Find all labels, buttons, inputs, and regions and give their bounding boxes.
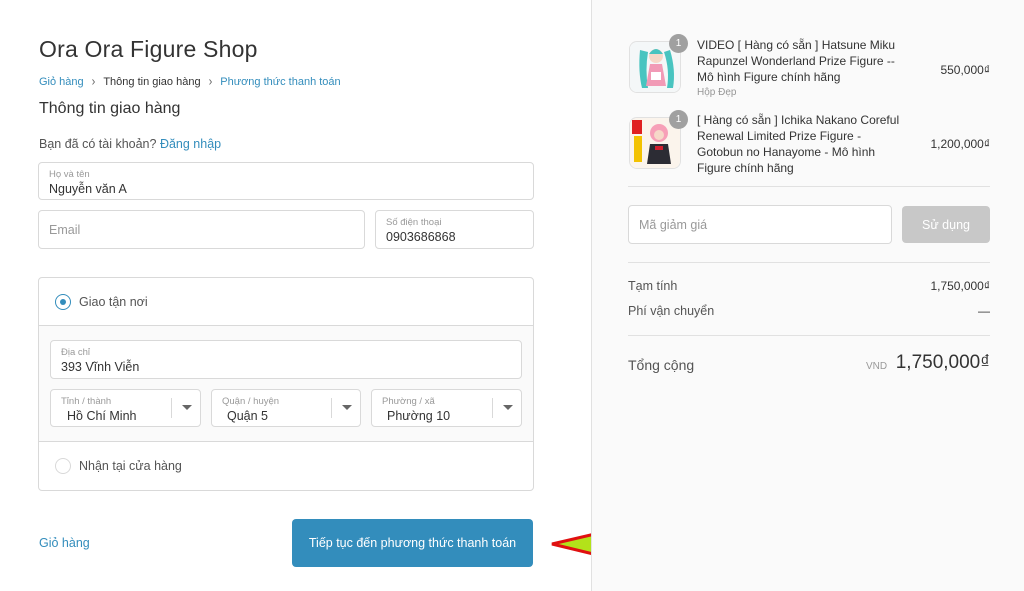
subtotal-value: 1,750,000₫ [930, 279, 990, 293]
phone-label: Số điện thoại [386, 217, 442, 228]
breadcrumb: Giỏ hàng › Thông tin giao hàng › Phương … [39, 74, 341, 90]
ward-label: Phường / xã [382, 396, 435, 407]
province-value[interactable]: Hồ Chí Minh [67, 409, 136, 423]
product-thumbnail: 1 [629, 110, 688, 169]
chevron-down-icon[interactable] [492, 398, 521, 418]
item-name-line: Figure chính hãng [697, 161, 794, 175]
shipping-method-box: Giao tận nơi Địa chỉ 393 Vĩnh Viễn Tỉnh … [38, 277, 534, 491]
chevron-down-icon[interactable] [171, 398, 200, 418]
login-prompt-text: Bạn đã có tài khoản? [39, 137, 157, 151]
checkout-main: Ora Ora Figure Shop Giỏ hàng › Thông tin… [0, 0, 591, 591]
delivery-radio[interactable] [55, 294, 71, 310]
phone-value[interactable]: 0903686868 [386, 230, 456, 244]
item-quantity-badge: 1 [669, 110, 688, 129]
email-placeholder[interactable]: Email [49, 223, 80, 237]
login-link[interactable]: Đăng nhập [160, 137, 221, 151]
divider [628, 186, 990, 187]
email-field[interactable]: Email [38, 210, 365, 249]
district-value[interactable]: Quận 5 [227, 409, 268, 423]
chevron-down-icon[interactable] [331, 398, 360, 418]
apply-discount-button[interactable]: Sử dụng [902, 206, 990, 243]
phone-field[interactable]: Số điện thoại 0903686868 [375, 210, 534, 249]
name-label: Họ và tên [49, 169, 90, 180]
divider [628, 262, 990, 263]
address-label: Địa chỉ [61, 347, 91, 358]
breadcrumb-cart[interactable]: Giỏ hàng [39, 76, 84, 88]
name-field[interactable]: Họ và tên Nguyễn văn A [38, 162, 534, 200]
ward-select[interactable]: Phường / xã Phường 10 [371, 389, 522, 427]
continue-to-payment-button[interactable]: Tiếp tục đến phương thức thanh toán [292, 519, 533, 567]
back-to-cart-link[interactable]: Giỏ hàng [39, 536, 90, 550]
delivery-label[interactable]: Giao tận nơi [79, 295, 148, 309]
pickup-option[interactable]: Nhận tại cửa hàng [39, 442, 533, 490]
section-title: Thông tin giao hàng [39, 100, 181, 117]
shipping-fee-label: Phí vận chuyển [628, 304, 715, 318]
breadcrumb-current: Thông tin giao hàng [103, 76, 201, 88]
item-name: [ Hàng có sẵn ] Ichika Nakano Coreful Re… [697, 112, 899, 176]
address-value[interactable]: 393 Vĩnh Viễn [61, 360, 139, 374]
delivery-option[interactable]: Giao tận nơi [39, 278, 533, 326]
item-name: VIDEO [ Hàng có sẵn ] Hatsune Miku Rapun… [697, 37, 895, 85]
item-name-line: Rapunzel Wonderland Prize Figure -- [697, 54, 895, 68]
province-select[interactable]: Tỉnh / thành Hồ Chí Minh [50, 389, 201, 427]
item-name-line: Mô hình Figure chính hãng [697, 70, 841, 84]
item-name-line: Renewal Limited Prize Figure - [697, 129, 862, 143]
item-name-line: VIDEO [ Hàng có sẵn ] Hatsune Miku [697, 38, 896, 52]
item-price: 550,000₫ [940, 63, 990, 77]
login-prompt: Bạn đã có tài khoản? Đăng nhập [39, 137, 221, 151]
item-name-line: [ Hàng có sẵn ] Ichika Nakano Coreful [697, 113, 900, 127]
pickup-label[interactable]: Nhận tại cửa hàng [79, 459, 182, 473]
item-variant: Hộp Đẹp [697, 87, 737, 98]
chevron-right-icon: › [208, 74, 213, 90]
district-select[interactable]: Quận / huyện Quận 5 [211, 389, 361, 427]
name-value[interactable]: Nguyễn văn A [49, 182, 127, 196]
discount-code-field[interactable]: Mã giảm giá [628, 205, 892, 244]
item-price: 1,200,000₫ [930, 137, 990, 151]
subtotal-label: Tạm tính [628, 279, 678, 293]
total-label: Tổng cộng [628, 357, 695, 373]
address-field[interactable]: Địa chỉ 393 Vĩnh Viễn [50, 340, 522, 379]
pickup-radio[interactable] [55, 458, 71, 474]
ward-value[interactable]: Phường 10 [387, 409, 450, 423]
currency-code: VND [866, 361, 888, 372]
delivery-address-panel: Địa chỉ 393 Vĩnh Viễn Tỉnh / thành Hồ Ch… [39, 326, 533, 442]
item-name-line: Gotobun no Hanayome - Mô hình [697, 145, 876, 159]
province-label: Tỉnh / thành [61, 396, 112, 407]
district-label: Quận / huyện [222, 396, 280, 407]
shop-title[interactable]: Ora Ora Figure Shop [39, 36, 258, 63]
item-quantity-badge: 1 [669, 34, 688, 53]
product-thumbnail: 1 [629, 34, 688, 93]
chevron-right-icon: › [91, 74, 96, 90]
shipping-fee-value: — [978, 304, 990, 318]
breadcrumb-payment[interactable]: Phương thức thanh toán [220, 76, 340, 88]
total-value: 1,750,000₫ [895, 352, 990, 373]
discount-placeholder[interactable]: Mã giảm giá [639, 218, 707, 232]
divider [628, 335, 990, 336]
